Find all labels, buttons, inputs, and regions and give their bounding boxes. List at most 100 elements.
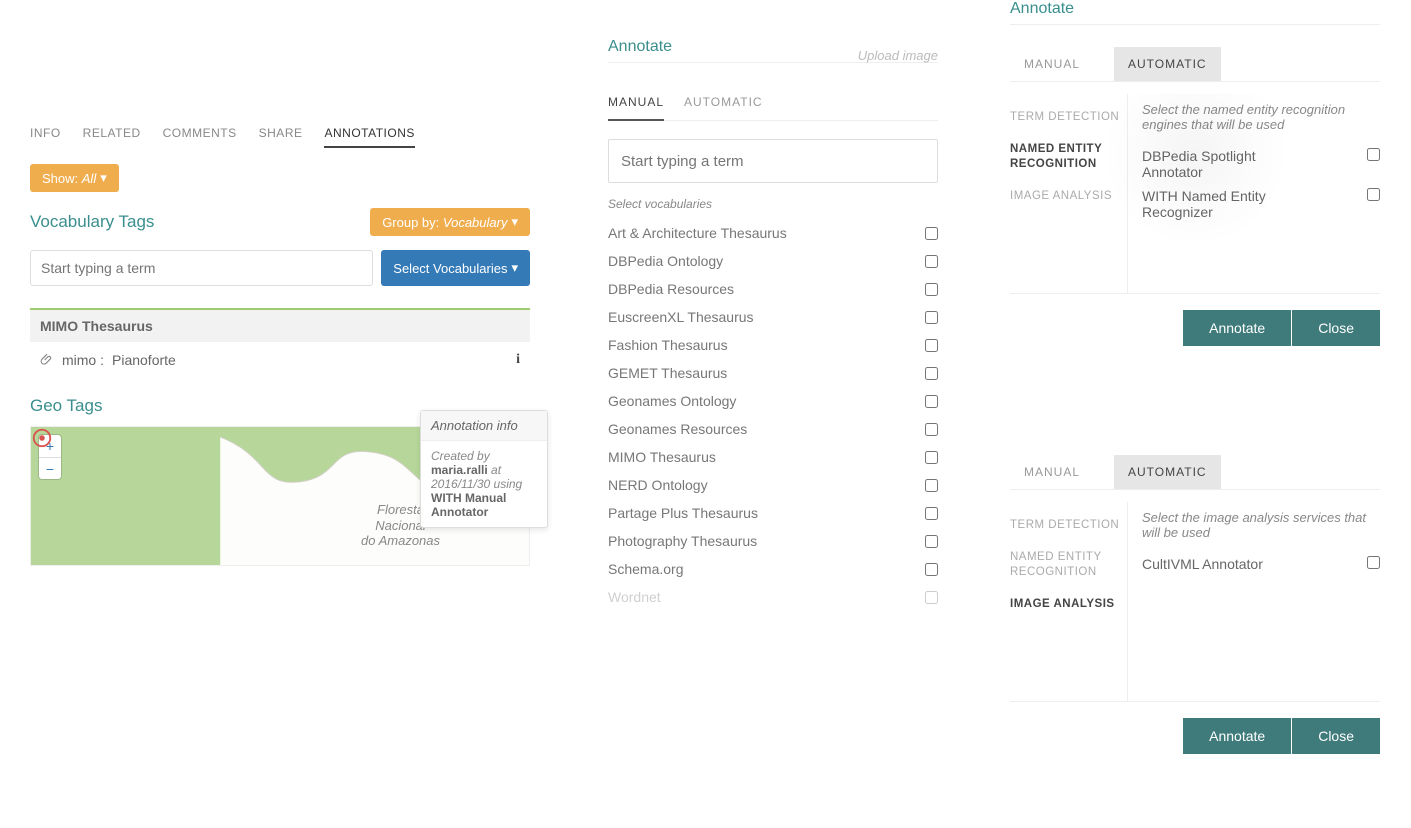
map-pin-icon[interactable] <box>31 427 53 449</box>
term-input[interactable] <box>30 250 373 286</box>
annotations-panel: INFO RELATED COMMENTS SHARE ANNOTATIONS … <box>30 120 530 566</box>
tab-manual[interactable]: MANUAL <box>1010 455 1094 489</box>
annotate-tabs: MANUAL AUTOMATIC <box>1010 455 1380 490</box>
popover-created-by-label: Created by <box>431 449 490 463</box>
vocabulary-checkbox[interactable] <box>925 227 938 240</box>
vocabulary-option[interactable]: Wordnet <box>608 583 938 611</box>
engine-label: DBPedia Spotlight Annotator <box>1142 148 1302 180</box>
vocabulary-checkbox[interactable] <box>925 563 938 576</box>
tab-automatic[interactable]: AUTOMATIC <box>1114 455 1221 489</box>
vocabulary-checkbox[interactable] <box>925 507 938 520</box>
vocabulary-option[interactable]: NERD Ontology <box>608 471 938 499</box>
vocabulary-checkbox[interactable] <box>925 423 938 436</box>
info-icon[interactable]: i <box>516 352 520 368</box>
nav-image-analysis[interactable]: IMAGE ANALYSIS <box>1010 589 1121 621</box>
instruction-text: Select the named entity recognition engi… <box>1142 102 1380 132</box>
annotate-tabs: MANUAL AUTOMATIC <box>608 85 938 121</box>
popover-using: using <box>494 477 523 491</box>
nav-named-entity-recognition[interactable]: NAMED ENTITY RECOGNITION <box>1010 542 1121 589</box>
vocabulary-checkbox[interactable] <box>925 311 938 324</box>
vocabulary-option[interactable]: Geonames Resources <box>608 415 938 443</box>
vocabulary-option[interactable]: Photography Thesaurus <box>608 527 938 555</box>
upload-image-ghost: Upload image <box>858 48 938 63</box>
vocabulary-option[interactable]: GEMET Thesaurus <box>608 359 938 387</box>
vocabulary-checkbox[interactable] <box>925 255 938 268</box>
tab-automatic[interactable]: AUTOMATIC <box>1114 47 1221 81</box>
tab-related[interactable]: RELATED <box>83 120 141 148</box>
vocabulary-checkbox[interactable] <box>925 367 938 380</box>
tag-value: Pianoforte <box>112 352 176 368</box>
annotation-info-popover: Annotation info Created by maria.ralli a… <box>420 410 548 528</box>
vocabulary-option[interactable]: DBPedia Ontology <box>608 247 938 275</box>
show-value: All <box>82 171 96 186</box>
vocabulary-option[interactable]: Art & Architecture Thesaurus <box>608 219 938 247</box>
group-by-button[interactable]: Group by: Vocabulary ▾ <box>370 208 530 236</box>
annotate-automatic-ner-panel: Annotate MANUAL AUTOMATIC TERM DETECTION… <box>1010 0 1380 346</box>
engine-option[interactable]: DBPedia Spotlight Annotator <box>1142 144 1380 184</box>
tab-share[interactable]: SHARE <box>259 120 303 148</box>
vocabulary-checkbox[interactable] <box>925 283 938 296</box>
annotate-button[interactable]: Annotate <box>1183 310 1291 346</box>
tab-automatic[interactable]: AUTOMATIC <box>684 85 763 120</box>
group-by-label: Group by: <box>382 215 439 230</box>
annotate-button[interactable]: Annotate <box>1183 718 1291 754</box>
vocabulary-checkbox[interactable] <box>925 479 938 492</box>
engine-checkbox[interactable] <box>1367 188 1380 201</box>
vocabulary-label: NERD Ontology <box>608 477 708 493</box>
tab-manual[interactable]: MANUAL <box>608 85 664 121</box>
close-button[interactable]: Close <box>1292 718 1380 754</box>
popover-at: at <box>491 463 501 477</box>
tab-annotations[interactable]: ANNOTATIONS <box>324 120 414 148</box>
chevron-down-icon: ▾ <box>511 260 518 276</box>
vocabulary-label: Schema.org <box>608 561 683 577</box>
select-vocabularies-button[interactable]: Select Vocabularies ▾ <box>381 250 530 286</box>
nav-named-entity-recognition[interactable]: NAMED ENTITY RECOGNITION <box>1010 134 1121 181</box>
vocabulary-option[interactable]: Partage Plus Thesaurus <box>608 499 938 527</box>
select-vocabularies-label: Select vocabularies <box>608 197 938 211</box>
tab-info[interactable]: INFO <box>30 120 61 148</box>
close-button[interactable]: Close <box>1292 310 1380 346</box>
popover-date: 2016/11/30 <box>431 477 490 491</box>
vocabulary-label: DBPedia Resources <box>608 281 734 297</box>
vocabulary-checkbox[interactable] <box>925 591 938 604</box>
vocabulary-checkbox[interactable] <box>925 535 938 548</box>
engine-checkbox[interactable] <box>1367 148 1380 161</box>
vocabulary-checkbox[interactable] <box>925 395 938 408</box>
engine-option[interactable]: CultIVML Annotator <box>1142 552 1380 576</box>
vocabulary-label: DBPedia Ontology <box>608 253 723 269</box>
vocabulary-option[interactable]: MIMO Thesaurus <box>608 443 938 471</box>
vocabulary-label: Geonames Resources <box>608 421 747 437</box>
engine-label: CultIVML Annotator <box>1142 556 1263 572</box>
nav-image-analysis[interactable]: IMAGE ANALYSIS <box>1010 181 1121 213</box>
vocabulary-label: Partage Plus Thesaurus <box>608 505 758 521</box>
vocabulary-option[interactable]: Fashion Thesaurus <box>608 331 938 359</box>
select-vocab-label: Select Vocabularies <box>393 261 507 276</box>
tag-item[interactable]: mimo : Pianoforte i <box>30 342 530 378</box>
tab-manual[interactable]: MANUAL <box>1010 47 1094 81</box>
engine-checkbox[interactable] <box>1367 556 1380 569</box>
annotate-automatic-image-panel: MANUAL AUTOMATIC TERM DETECTION NAMED EN… <box>1010 455 1380 754</box>
zoom-out-button[interactable]: − <box>39 457 61 479</box>
vocabulary-label: MIMO Thesaurus <box>608 449 716 465</box>
tab-comments[interactable]: COMMENTS <box>163 120 237 148</box>
paperclip-icon <box>40 353 54 367</box>
popover-user: maria.ralli <box>431 463 488 477</box>
vocabulary-option[interactable]: Schema.org <box>608 555 938 583</box>
vocabulary-option[interactable]: DBPedia Resources <box>608 275 938 303</box>
vocabulary-label: Art & Architecture Thesaurus <box>608 225 787 241</box>
nav-term-detection[interactable]: TERM DETECTION <box>1010 510 1121 542</box>
vocabulary-checkbox[interactable] <box>925 451 938 464</box>
main-tabs: INFO RELATED COMMENTS SHARE ANNOTATIONS <box>30 120 530 148</box>
chevron-down-icon: ▾ <box>100 170 107 186</box>
show-filter-button[interactable]: Show: All ▾ <box>30 164 119 192</box>
automatic-subnav: TERM DETECTION NAMED ENTITY RECOGNITION … <box>1010 502 1128 701</box>
vocabulary-option[interactable]: Geonames Ontology <box>608 387 938 415</box>
popover-title: Annotation info <box>421 411 547 441</box>
vocabulary-label: EuscreenXL Thesaurus <box>608 309 754 325</box>
term-input[interactable] <box>608 139 938 183</box>
nav-term-detection[interactable]: TERM DETECTION <box>1010 102 1121 134</box>
vocabulary-option[interactable]: EuscreenXL Thesaurus <box>608 303 938 331</box>
vocab-tags-heading: Vocabulary Tags <box>30 212 154 232</box>
engine-option[interactable]: WITH Named Entity Recognizer <box>1142 184 1380 224</box>
vocabulary-checkbox[interactable] <box>925 339 938 352</box>
